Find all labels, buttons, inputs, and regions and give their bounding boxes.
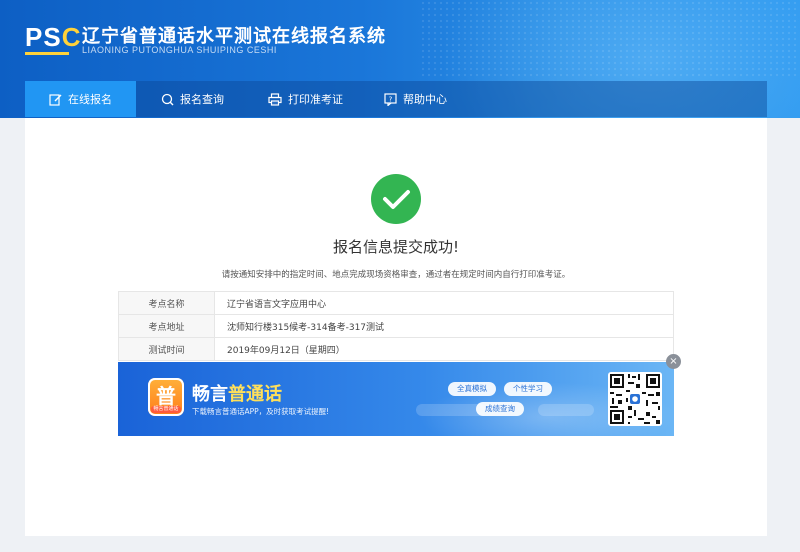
table-row: 考点名称 辽宁省语言文字应用中心 [118,291,674,315]
app-icon-char: 普 [156,384,176,408]
row-value: 沈师知行楼315候考-314备考-317测试 [214,314,674,338]
exam-info-table: 考点名称 辽宁省语言文字应用中心 考点地址 沈师知行楼315候考-314备考-3… [118,291,674,361]
edit-icon [49,93,62,106]
printer-icon [268,92,282,106]
nav-item-help[interactable]: ? 帮助中心 [384,81,447,117]
pill-personal-study[interactable]: 个性学习 [504,382,552,396]
checkmark-icon [371,174,421,224]
close-banner-button[interactable]: × [666,354,681,369]
row-value: 2019年09月12日（星期四） [214,337,674,361]
nav-item-print[interactable]: 打印准考证 [268,81,343,117]
nav-label: 在线报名 [68,93,112,106]
nav-label: 打印准考证 [288,93,343,106]
table-row: 测试时间 2019年09月12日（星期四） [118,337,674,361]
pill-score-query[interactable]: 成绩查询 [476,402,524,416]
app-icon-tag: 畅言普通话 [151,406,181,413]
search-icon [161,93,174,105]
psc-logo: PSC [25,22,82,52]
main-nav: 在线报名 报名查询 打印准考证 ? 帮助中心 [25,81,767,117]
app-name: 畅言普通话 [192,384,282,405]
qr-code [608,372,662,426]
notice-text: 请按通知安排中的指定时间、地点完成现场资格审查，通过者在规定时间内自行打印准考证… [221,270,571,280]
decor-pill [538,404,594,416]
row-key: 测试时间 [118,337,215,361]
header: PSC 辽宁省普通话水平测试在线报名系统 LIAONING PUTONGHUA … [0,0,800,118]
nav-label: 报名查询 [180,93,224,106]
nav-item-query[interactable]: 报名查询 [161,81,224,117]
app-description: 下载畅言普通话APP，及时获取考试提醒! [192,407,330,416]
logo-underline [25,52,69,55]
success-title: 报名信息提交成功! [332,238,459,256]
pill-full-simulation[interactable]: 全真模拟 [448,382,496,396]
app-download-banner[interactable]: 普 畅言普通话 畅言普通话 下载畅言普通话APP，及时获取考试提醒! 全真模拟 … [118,362,674,436]
nav-label: 帮助中心 [403,93,447,106]
system-subtitle: LIAONING PUTONGHUA SHUIPING CESHI [82,45,277,55]
row-key: 考点名称 [118,291,215,315]
world-map-pattern [420,0,800,80]
svg-text:?: ? [389,95,393,103]
app-icon: 普 畅言普通话 [148,378,184,416]
nav-item-register[interactable]: 在线报名 [25,81,136,117]
row-key: 考点地址 [118,314,215,338]
table-row: 考点地址 沈师知行楼315候考-314备考-317测试 [118,314,674,338]
help-icon: ? [384,92,397,106]
row-value: 辽宁省语言文字应用中心 [214,291,674,315]
